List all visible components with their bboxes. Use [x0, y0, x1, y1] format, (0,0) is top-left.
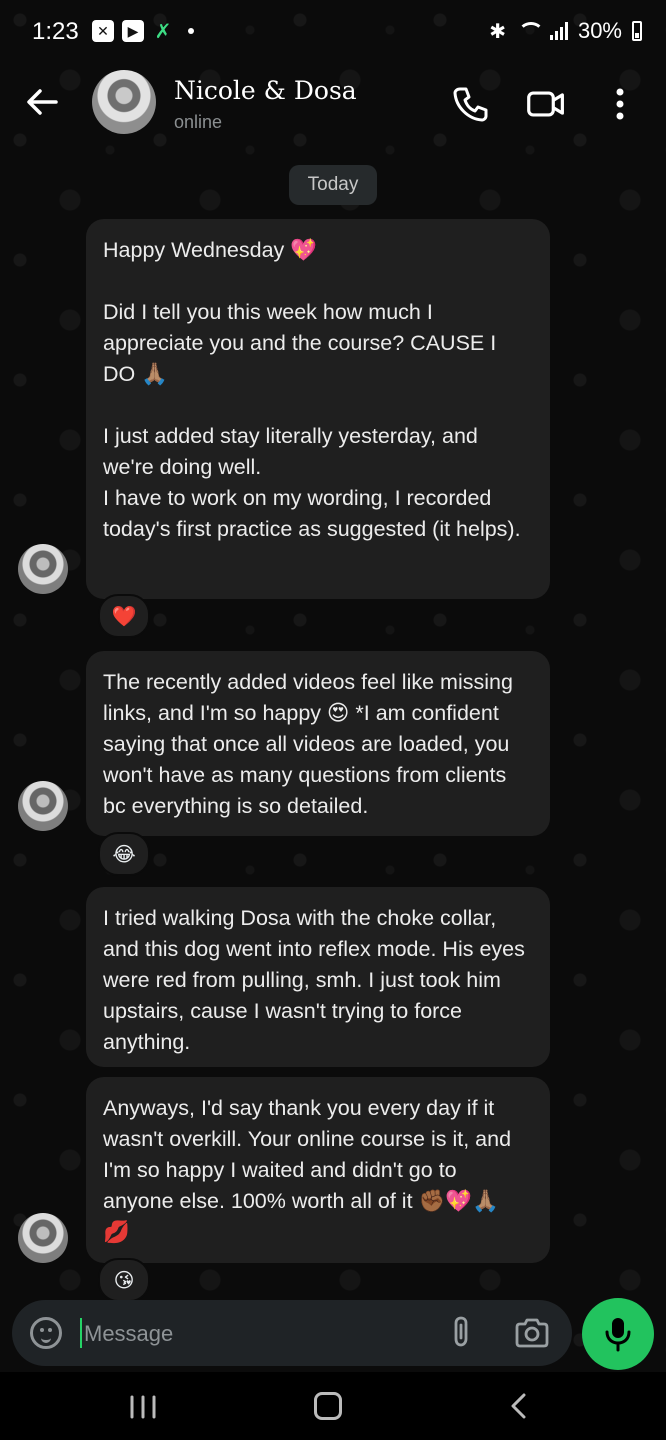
- message-bubble[interactable]: Anyways, I'd say thank you every day if …: [86, 1077, 550, 1263]
- microphone-icon: [605, 1318, 631, 1352]
- wifi-icon: [516, 22, 544, 40]
- app-notification-icon: ✗: [154, 20, 172, 43]
- more-notifications-icon: [188, 28, 194, 34]
- chat-header: Nicole & Dosa online: [0, 64, 666, 144]
- status-time: 1:23: [32, 18, 79, 45]
- voice-call-icon[interactable]: [450, 84, 490, 124]
- contact-avatar[interactable]: [92, 70, 156, 134]
- signal-icon: [549, 22, 568, 40]
- notification-x-icon: ✕: [92, 20, 114, 42]
- message-bubble[interactable]: I tried walking Dosa with the choke coll…: [86, 887, 550, 1067]
- contact-status: online: [174, 112, 223, 132]
- battery-percent: 30%: [577, 18, 622, 43]
- nav-back-icon[interactable]: [508, 1392, 530, 1420]
- sender-avatar[interactable]: [18, 781, 68, 831]
- voice-message-button[interactable]: [582, 1298, 654, 1370]
- recent-apps-icon[interactable]: [128, 1394, 158, 1420]
- status-bar: 1:23 ✕ ▶ ✗ ✱ 30%: [0, 0, 666, 64]
- message-bubble[interactable]: The recently added videos feel like miss…: [86, 651, 550, 836]
- message-reaction[interactable]: 😘: [98, 1258, 150, 1302]
- attach-icon[interactable]: [450, 1316, 474, 1348]
- contact-name[interactable]: Nicole & Dosa: [174, 76, 357, 105]
- camera-icon[interactable]: [514, 1318, 550, 1348]
- back-arrow-icon[interactable]: [22, 82, 62, 122]
- message-bubble[interactable]: Happy Wednesday 💖 Did I tell you this we…: [86, 219, 550, 599]
- message-composer: [12, 1300, 572, 1366]
- date-separator: Today: [289, 165, 377, 205]
- system-navigation-bar: [0, 1372, 666, 1440]
- battery-icon: [632, 21, 642, 41]
- video-call-icon[interactable]: [526, 84, 566, 124]
- sender-avatar[interactable]: [18, 1213, 68, 1263]
- bluetooth-icon: ✱: [489, 20, 506, 43]
- youtube-icon: ▶: [122, 20, 144, 42]
- home-icon[interactable]: [314, 1392, 342, 1420]
- more-options-icon[interactable]: [606, 84, 634, 124]
- message-reaction[interactable]: ❤️: [98, 594, 150, 638]
- message-reaction[interactable]: 😂: [98, 832, 150, 876]
- message-input[interactable]: [82, 1314, 416, 1354]
- emoji-icon[interactable]: [30, 1317, 62, 1349]
- sender-avatar[interactable]: [18, 544, 68, 594]
